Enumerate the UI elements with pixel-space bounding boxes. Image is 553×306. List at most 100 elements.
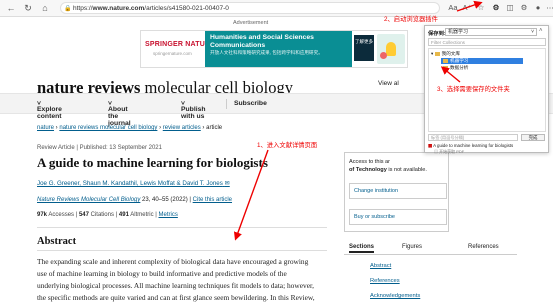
metrics-link[interactable]: Metrics [159, 212, 178, 218]
tree-item-data-analysis[interactable]: 数据分析 [443, 65, 468, 71]
translate-icon[interactable]: A⁺ [462, 3, 472, 13]
altmetric-label: Altmetric [130, 212, 154, 218]
tab-figures[interactable]: Figures [402, 244, 422, 250]
chevron-down-icon: ˅ [531, 29, 534, 35]
breadcrumb-nature[interactable]: nature [37, 125, 54, 131]
access-message: Access to this ar of Technology is not av… [349, 158, 449, 174]
article-metrics: 97k Accesses | 547 Citations | 491 Altme… [37, 212, 178, 218]
read-aloud-icon[interactable]: Aa [448, 3, 458, 13]
ad-publisher-url: springernature.com [153, 51, 192, 56]
divider [37, 250, 327, 251]
article-icon: ▦ [428, 143, 433, 148]
sidebar-link-references[interactable]: References [370, 278, 400, 284]
tab-sections[interactable]: Sections [349, 244, 375, 253]
annotation-step2: 2、启动浏览器插件 [384, 16, 438, 23]
ad-cta-button[interactable]: 了解更多 [354, 35, 374, 61]
abstract-line: underlying biological processes. All mac… [37, 281, 314, 290]
article-meta: Review Article | Published: 13 September… [37, 145, 162, 151]
abstract-text: The expanding scale and inherent complex… [37, 256, 327, 304]
pdf-status: ▤ 开始获取 PDF [434, 149, 464, 155]
collections-icon[interactable]: ⚙ [519, 3, 529, 13]
folder-icon [434, 51, 440, 56]
journal-link[interactable]: Nature Reviews Molecular Cell Biology [37, 197, 140, 203]
abstract-line: use of machine learning in biology to bu… [37, 269, 287, 278]
tree-label: 我的文库 [441, 51, 460, 56]
change-institution-button[interactable]: Change institution [349, 183, 447, 199]
folder-icon [443, 58, 448, 63]
url-path: /articles/s41580-021-00407-0 [144, 5, 229, 12]
home-icon[interactable]: ⌂ [39, 2, 51, 14]
tree-label: 机器学习 [450, 58, 469, 63]
abstract-line: The expanding scale and inherent complex… [37, 257, 309, 266]
refresh-icon[interactable]: ↻ [22, 2, 34, 14]
more-icon[interactable]: ⋯ [545, 3, 553, 13]
journal-citation: Nature Reviews Molecular Cell Biology 23… [37, 197, 233, 203]
pdf-icon: ▤ [434, 149, 438, 154]
profile-icon[interactable]: ● [533, 3, 543, 13]
access-text-1: Access to this ar [349, 159, 391, 165]
journal-name: Nature Reviews Molecular Cell Biology [37, 197, 141, 203]
tree-item-ml[interactable]: 机器学习 [441, 58, 523, 64]
ad-content: Humanities and Social Sciences Communica… [205, 31, 352, 67]
done-button[interactable]: 完成 [521, 134, 545, 141]
article-title: A guide to machine learning for biologis… [37, 155, 268, 170]
sidebar-tabs: Sections Figures References [344, 243, 517, 255]
ad-headline: Humanities and Social Sciences Communica… [210, 34, 314, 49]
favorite-icon[interactable]: ☆ [476, 3, 486, 13]
breadcrumb: nature › nature reviews molecular cell b… [37, 125, 223, 131]
cite-this-article-link[interactable]: Cite this article [193, 197, 232, 203]
view-all-journals-link[interactable]: View al [378, 80, 399, 87]
breadcrumb-review-articles[interactable]: review articles [163, 125, 201, 131]
menu-explore-content[interactable]: Explore content ˅ [37, 100, 62, 120]
annotation-step3: 3、选择需要保存的文件夹 [437, 86, 510, 93]
collapse-icon[interactable]: ˄ [539, 28, 543, 34]
divider [37, 227, 327, 228]
tree-label: 数据分析 [450, 65, 469, 70]
menu-about-journal[interactable]: About the journal ˅ [108, 100, 131, 127]
folder-icon [443, 65, 448, 70]
citations-label: Citations [90, 212, 114, 218]
sidebar-link-acknowledgements[interactable]: Acknowledgements [370, 293, 420, 299]
menu-subscribe[interactable]: Subscribe [234, 100, 267, 107]
article-type: Review Article [37, 145, 75, 151]
menu-label: Explore content [37, 106, 62, 120]
ad-label: Advertisement [233, 20, 269, 26]
journal-cite: 23, 40–55 (2022) [140, 197, 188, 203]
abstract-line: the specific methods are quite varied an… [37, 293, 315, 302]
sidebar-link-abstract[interactable]: Abstract [370, 263, 391, 269]
breadcrumb-journal[interactable]: nature reviews molecular cell biology [59, 125, 157, 131]
collection-select[interactable]: 机器学习 ˅ [445, 28, 537, 36]
menu-divider [226, 99, 227, 109]
breadcrumb-article: article [206, 125, 223, 131]
address-bar[interactable]: 🔒 https://www.nature.com/articles/s41580… [60, 2, 440, 14]
filter-collections-input[interactable]: Filter Collections [428, 38, 546, 46]
back-icon[interactable]: ← [5, 2, 17, 14]
access-text-2: of Technology [349, 167, 387, 173]
accesses-count: 97k [37, 212, 48, 218]
menu-label: Publish with us [181, 106, 206, 120]
url-prefix: https:// [73, 5, 93, 12]
split-screen-icon[interactable]: ◫ [505, 3, 515, 13]
ad-illustration [377, 34, 405, 64]
buy-subscribe-button[interactable]: Buy or subscribe [349, 209, 447, 225]
tab-references[interactable]: References [468, 244, 499, 250]
save-to-label: 保存到: [428, 31, 446, 37]
altmetric-count: 491 [118, 212, 129, 218]
tags-input[interactable]: 标签 (用逗号分隔) [428, 134, 518, 141]
publish-date: Published: 13 September 2021 [79, 145, 162, 151]
menu-publish-with-us[interactable]: Publish with us ˅ [181, 100, 206, 120]
annotation-step1: 1、进入文献详情页面 [257, 142, 318, 149]
author-list[interactable]: Joe G. Greener, Shaun M. Kandathil, Lewi… [37, 180, 230, 187]
ad-banner[interactable]: SPRINGER NATURE springernature.com Human… [140, 30, 408, 68]
citations-count: 547 [78, 212, 89, 218]
lock-icon: 🔒 [64, 6, 72, 12]
email-icon[interactable]: ✉ [225, 180, 230, 187]
saved-item-title: A guide to machine learning for biologis… [433, 143, 514, 148]
ad-subtext: 开放人文社科和策略研究成果, 包括跨学科和应用研究。 [210, 50, 323, 55]
zotero-extension-icon[interactable]: ⚙ [491, 3, 501, 13]
url-domain: www.nature.com [92, 5, 145, 12]
accesses-label: Accesses [48, 212, 75, 218]
access-text-3: is not available. [386, 167, 427, 173]
menu-label: About the journal [108, 106, 131, 127]
tree-item-my-library[interactable]: ▾ 我的文库 [431, 51, 460, 57]
